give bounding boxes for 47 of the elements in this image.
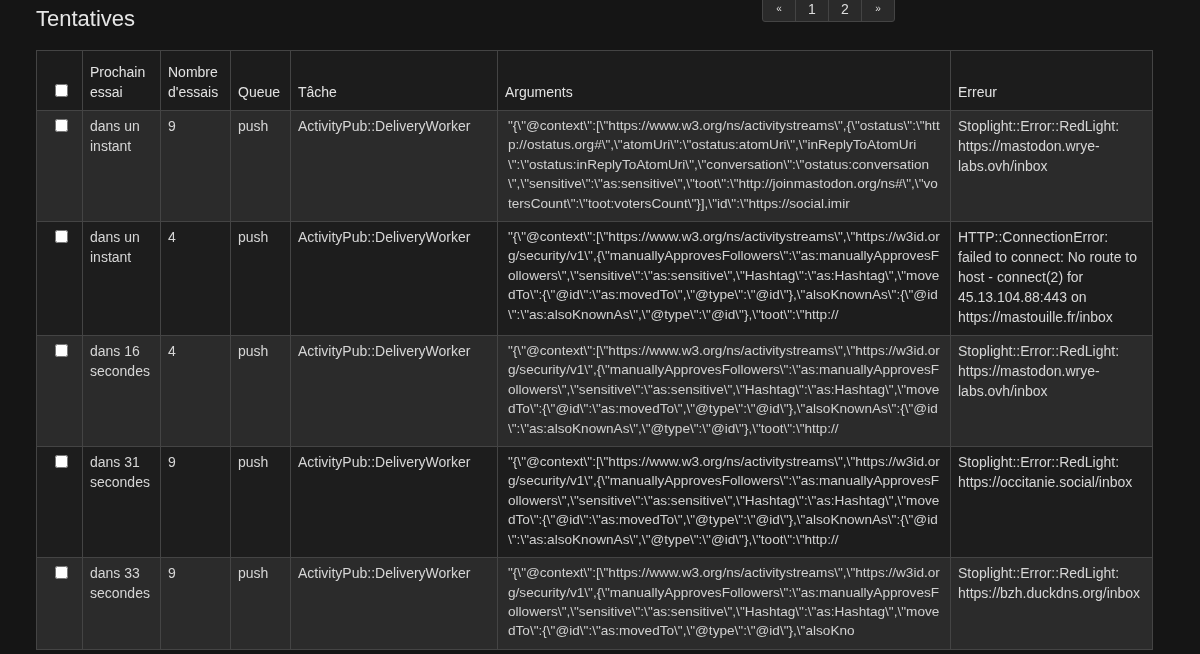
next-try-text: dans un instant bbox=[90, 117, 141, 156]
page-link[interactable]: 2 bbox=[828, 0, 861, 21]
row-checkbox[interactable] bbox=[55, 119, 68, 132]
queue-text: push bbox=[238, 564, 270, 584]
next-try-text: dans un instant bbox=[90, 228, 141, 268]
arguments-text: "{\"@context\":[\"https://www.w3.org/ns/activitystreams\",{\"ostatus\":\"http://ostatus.org#\",\"atomUri\":\"ostatus:atomUri\",\"inReplyToAtomUri\":\"ostatus:inReplyToAtomUri\",\"conversation\":\"ostatus:conversation\",\"sensitive\":\"as:sensitive\",\"toot\":\"http://joinmastodon.org/ns#\",\"votersCount\":\"toot:votersCount\"}],\"id\":\"https://social.imir bbox=[507, 117, 941, 213]
page-title: Tentatives bbox=[36, 6, 137, 32]
column-header: Arguments bbox=[497, 50, 951, 111]
arguments-text: "{\"@context\":[\"https://www.w3.org/ns/activitystreams\",\"https://w3id.org/security/v1\",{\"manuallyApprovesFollowers\":\"as:manuallyApprovesFollowers\",\"sensitive\":\"as:sensitive\",\"Hashtag\":\"as:Hashtag\",\"movedTo\":{\"@id\":\"as:movedTo\",\"@type\":\"@id\"},\"alsoKno bbox=[507, 564, 941, 641]
queue-text: push bbox=[238, 228, 270, 248]
arguments-text: "{\"@context\":[\"https://www.w3.org/ns/activitystreams\",\"https://w3id.org/security/v1\",{\"manuallyApprovesFollowers\":\"as:manuallyApprovesFollowers\",\"sensitive\":\"as:sensitive\",\"Hashtag\":\"as:Hashtag\",\"movedTo\":{\"@id\":\"as:movedTo\",\"@type\":\"@id\"},\"alsoKnownAs\":{\"@id\":\"as:alsoKnownAs\",\"@type\":\"@id\"},\"toot\":\"http:// bbox=[507, 342, 941, 438]
attempts-text: 9 bbox=[168, 564, 177, 584]
row-checkbox[interactable] bbox=[55, 230, 68, 244]
task-text: ActivityPub::DeliveryWorker bbox=[298, 342, 472, 362]
row-checkbox[interactable] bbox=[55, 455, 68, 469]
queue-text: push bbox=[238, 453, 270, 473]
page-link[interactable]: » bbox=[861, 0, 894, 21]
column-header: Tâche bbox=[290, 50, 498, 111]
queue-text: push bbox=[238, 117, 270, 136]
queue-text: push bbox=[238, 342, 270, 362]
column-header: Queue bbox=[230, 50, 291, 111]
next-try-text: dans 16 secondes bbox=[90, 342, 151, 382]
error-text: Stoplight::Error::RedLight: https://mastodon.wrye-labs.ovh/inbox bbox=[958, 117, 1121, 176]
attempts-text: 4 bbox=[168, 342, 177, 362]
task-text: ActivityPub::DeliveryWorker bbox=[298, 453, 472, 473]
next-try-text: dans 33 secondes bbox=[90, 564, 151, 604]
select-all-checkbox[interactable] bbox=[55, 84, 68, 97]
next-try-text: dans 31 secondes bbox=[90, 453, 151, 493]
task-text: ActivityPub::DeliveryWorker bbox=[298, 228, 472, 248]
column-header: Prochain essai bbox=[82, 50, 161, 111]
row-checkbox[interactable] bbox=[55, 566, 68, 580]
page-link[interactable]: « bbox=[763, 0, 795, 21]
attempts-text: 9 bbox=[168, 453, 177, 473]
row-checkbox[interactable] bbox=[55, 344, 68, 358]
arguments-text: "{\"@context\":[\"https://www.w3.org/ns/activitystreams\",\"https://w3id.org/security/v1\",{\"manuallyApprovesFollowers\":\"as:manuallyApprovesFollowers\",\"sensitive\":\"as:sensitive\",\"Hashtag\":\"as:Hashtag\",\"movedTo\":{\"@id\":\"as:movedTo\",\"@type\":\"@id\"},\"alsoKnownAs\":{\"@id\":\"as:alsoKnownAs\",\"@type\":\"@id\"},\"toot\":\"http:// bbox=[507, 228, 941, 324]
attempts-text: 4 bbox=[168, 228, 177, 248]
error-text: Stoplight::Error::RedLight: https://occitanie.social/inbox bbox=[958, 453, 1134, 493]
page-link[interactable]: 1 bbox=[795, 0, 828, 21]
error-text: Stoplight::Error::RedLight: https://bzh.duckdns.org/inbox bbox=[958, 564, 1142, 604]
arguments-text: "{\"@context\":[\"https://www.w3.org/ns/activitystreams\",\"https://w3id.org/security/v1\",{\"manuallyApprovesFollowers\":\"as:manuallyApprovesFollowers\",\"sensitive\":\"as:sensitive\",\"Hashtag\":\"as:Hashtag\",\"movedTo\":{\"@id\":\"as:movedTo\",\"@type\":\"@id\"},\"alsoKnownAs\":{\"@id\":\"as:alsoKnownAs\",\"@type\":\"@id\"},\"toot\":\"http:// bbox=[507, 453, 941, 549]
column-header: Erreur bbox=[950, 50, 1153, 111]
error-text: Stoplight::Error::RedLight: https://mastodon.wrye-labs.ovh/inbox bbox=[958, 342, 1121, 402]
task-text: ActivityPub::DeliveryWorker bbox=[298, 564, 472, 584]
error-text: HTTP::ConnectionError: failed to connect: No route to host - connect(2) for 45.13.104.88:443 on https://mastouille.fr/inbox bbox=[958, 228, 1138, 328]
attempts-text: 9 bbox=[168, 117, 177, 136]
column-header: Nombre d'essais bbox=[160, 50, 231, 111]
task-text: ActivityPub::DeliveryWorker bbox=[298, 117, 472, 136]
